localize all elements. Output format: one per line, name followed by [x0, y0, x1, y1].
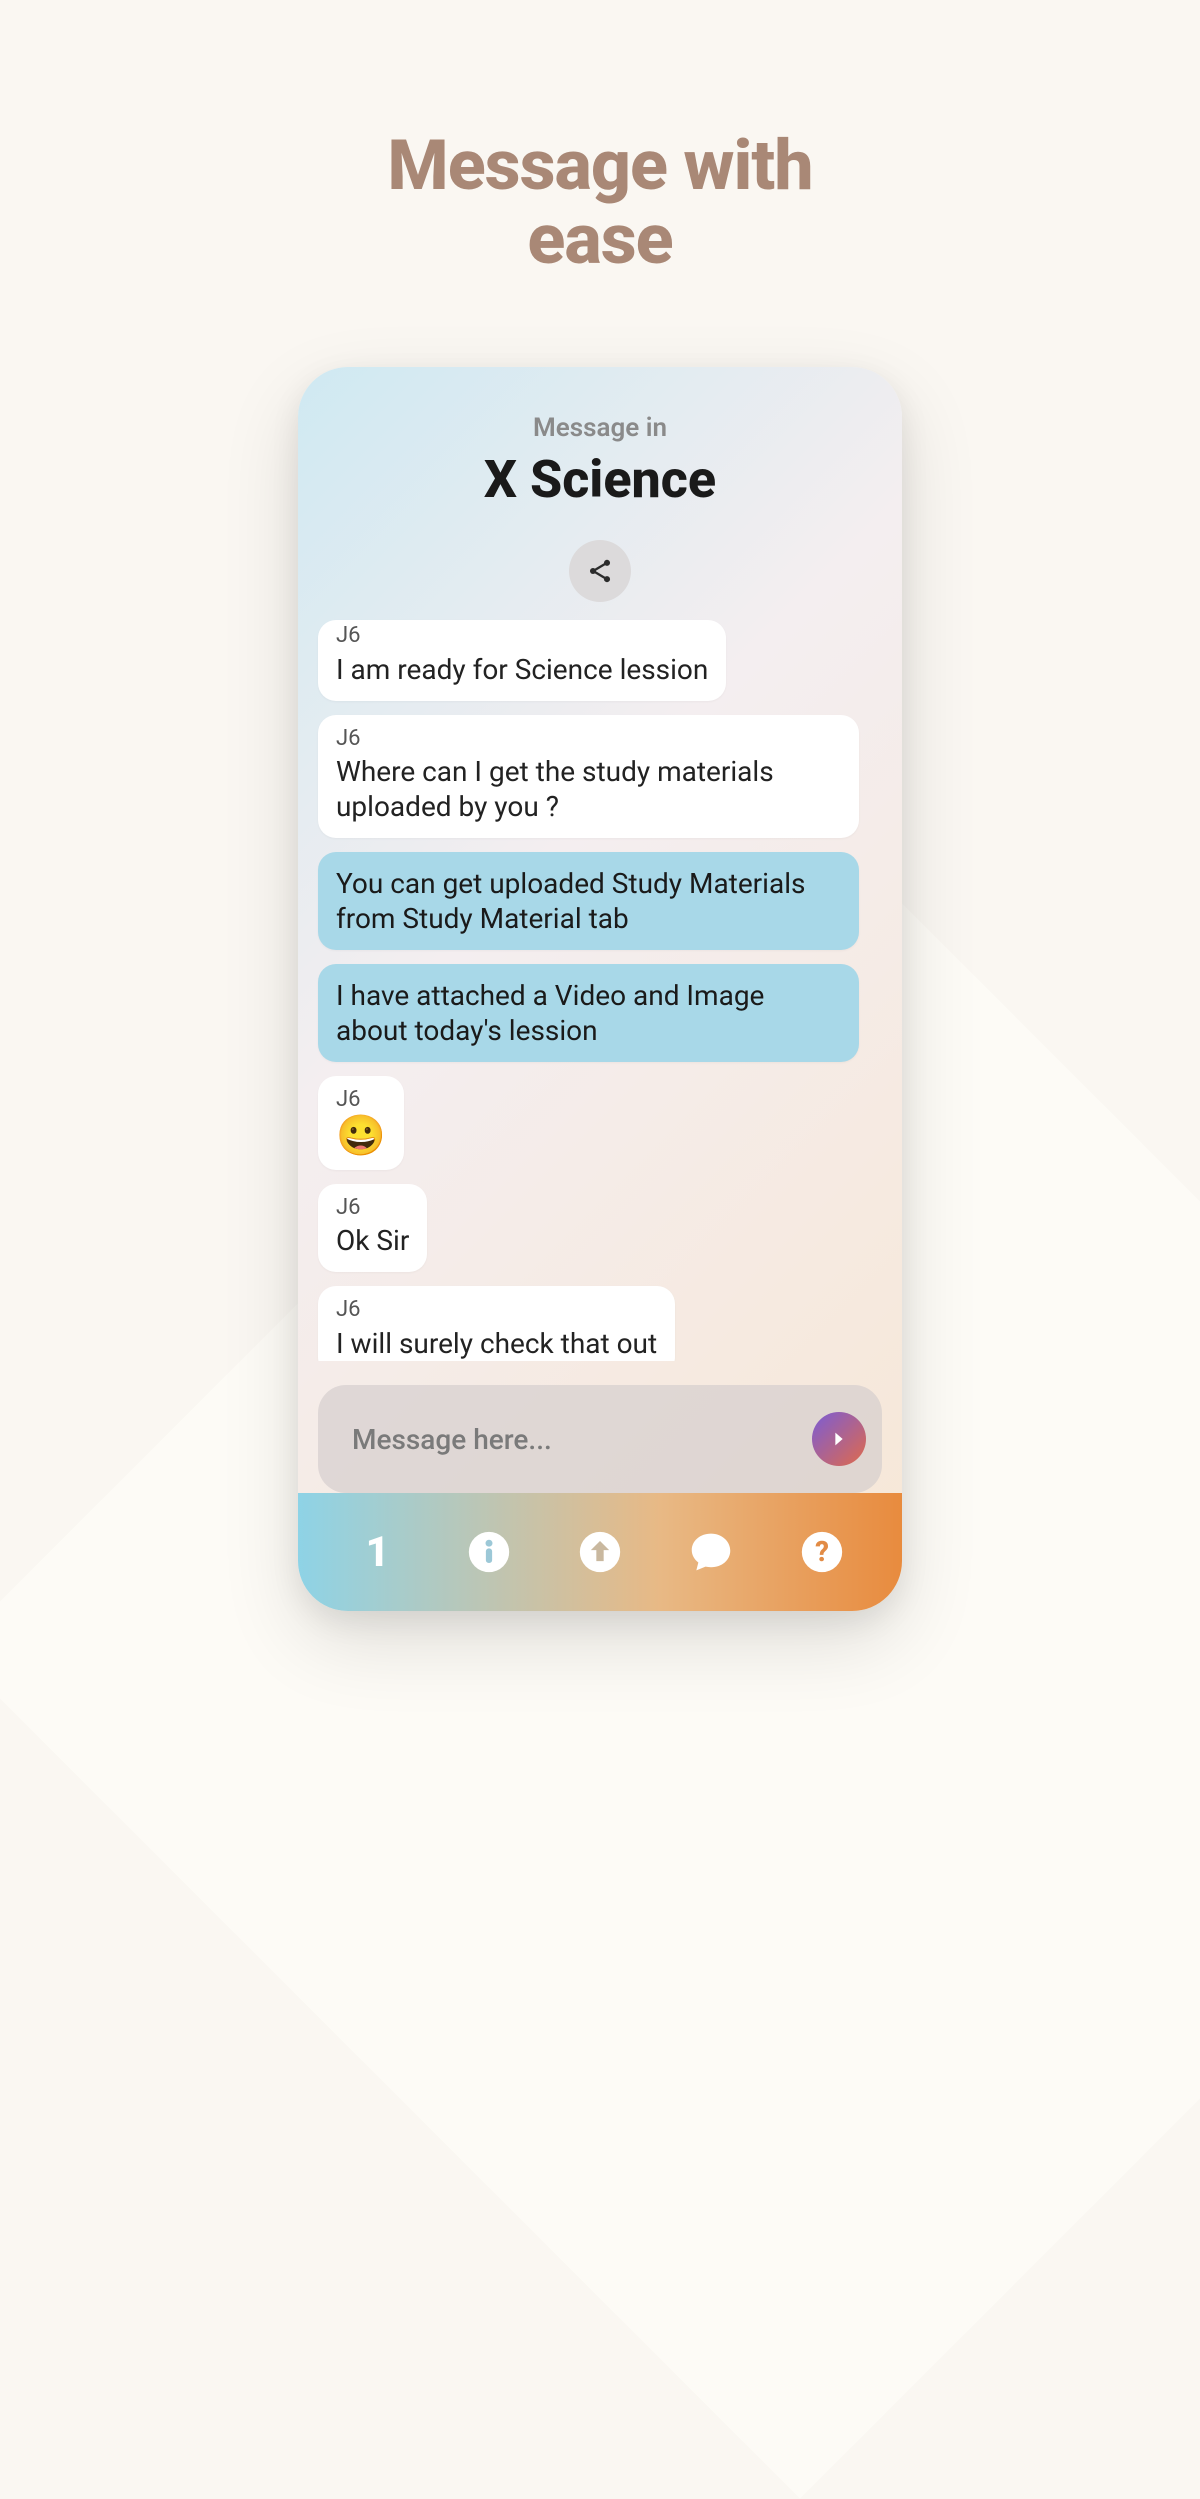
message-text: I am ready for Science lession [336, 652, 708, 687]
info-icon [467, 1530, 511, 1574]
chat-area: J6I am ready for Science lessionJ6Where … [298, 602, 902, 1361]
message-bubble[interactable]: J6😀 [318, 1076, 404, 1170]
bottom-nav: 1 ? [298, 1493, 902, 1611]
message-bubble[interactable]: J6I will surely check that out [318, 1286, 675, 1361]
chat-icon [689, 1530, 733, 1574]
send-button[interactable] [812, 1412, 866, 1466]
upload-icon [578, 1530, 622, 1574]
nav-item-chat[interactable] [686, 1527, 736, 1577]
message-sender: J6 [336, 1296, 657, 1324]
message-text: I have attached a Video and Image about … [336, 978, 841, 1048]
message-composer[interactable]: Message here... [318, 1385, 882, 1493]
composer-placeholder: Message here... [352, 1423, 812, 1456]
message-bubble[interactable]: J6Ok Sir [318, 1184, 427, 1273]
nav-item-help[interactable]: ? [797, 1527, 847, 1577]
message-sender: J6 [336, 725, 841, 753]
message-text: I will surely check that out [336, 1326, 657, 1361]
message-text: Ok Sir [336, 1223, 409, 1258]
message-sender: J6 [336, 1194, 409, 1222]
page-title-line1: Message with [387, 125, 812, 207]
phone-frame: Message in X Science J6I am ready for Sc… [298, 367, 902, 1611]
header-subtitle: Message in [298, 413, 902, 443]
header-title: X Science [298, 449, 902, 510]
message-text: Where can I get the study materials uplo… [336, 754, 841, 824]
nav-label-1: 1 [365, 1528, 389, 1577]
share-icon [586, 557, 614, 585]
message-bubble[interactable]: You can get uploaded Study Materials fro… [318, 852, 859, 950]
nav-item-info[interactable] [464, 1527, 514, 1577]
svg-text:?: ? [815, 1535, 829, 1568]
message-sender: J6 [336, 1086, 386, 1114]
share-button[interactable] [569, 540, 631, 602]
nav-item-1[interactable]: 1 [353, 1527, 403, 1577]
message-bubble[interactable]: J6I am ready for Science lession [318, 620, 726, 701]
message-text: You can get uploaded Study Materials fro… [336, 866, 841, 936]
nav-item-upload[interactable] [575, 1527, 625, 1577]
help-icon: ? [800, 1530, 844, 1574]
page-title: Message with ease [0, 130, 1200, 277]
send-icon [828, 1428, 850, 1450]
message-sender: J6 [336, 622, 708, 650]
phone-header: Message in X Science [298, 367, 902, 510]
message-bubble[interactable]: J6Where can I get the study materials up… [318, 715, 859, 839]
page-title-line2: ease [527, 199, 672, 281]
message-text: 😀 [336, 1116, 386, 1156]
message-bubble[interactable]: I have attached a Video and Image about … [318, 964, 859, 1062]
